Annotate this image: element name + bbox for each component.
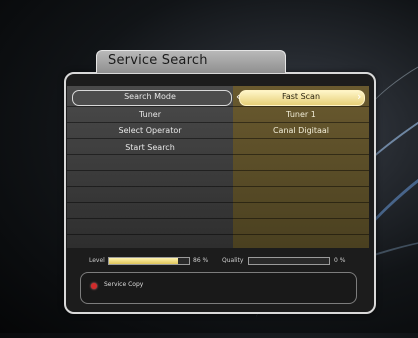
row-divider [67, 202, 369, 203]
red-button-icon[interactable] [91, 283, 97, 289]
footer-help-box [80, 272, 357, 304]
dialog-title: Service Search [108, 53, 208, 68]
level-value: 86 % [193, 257, 209, 264]
row-value-select-operator[interactable]: Canal Digitaal [235, 124, 367, 138]
service-copy-label[interactable]: Service Copy [104, 281, 143, 288]
row-divider [67, 234, 369, 235]
settings-list: ‹ › Search Mode Fast Scan Tuner Tuner 1 … [67, 86, 369, 248]
level-bar-fill [109, 258, 178, 264]
quality-value: 0 % [334, 257, 346, 264]
row-divider [67, 122, 369, 123]
quality-label: Quality [222, 257, 244, 264]
row-divider [67, 186, 369, 187]
row-label-tuner[interactable]: Tuner [69, 108, 231, 122]
row-divider [67, 138, 369, 139]
level-bar [108, 257, 190, 265]
row-divider [67, 218, 369, 219]
row-divider [67, 170, 369, 171]
row-divider [67, 106, 369, 107]
row-value-search-mode[interactable]: Fast Scan [235, 90, 367, 104]
level-label: Level [89, 257, 105, 264]
row-label-start-search[interactable]: Start Search [69, 141, 231, 155]
row-value-tuner[interactable]: Tuner 1 [235, 108, 367, 122]
row-label-search-mode[interactable]: Search Mode [69, 90, 231, 104]
row-label-select-operator[interactable]: Select Operator [69, 124, 231, 138]
quality-bar [248, 257, 330, 265]
